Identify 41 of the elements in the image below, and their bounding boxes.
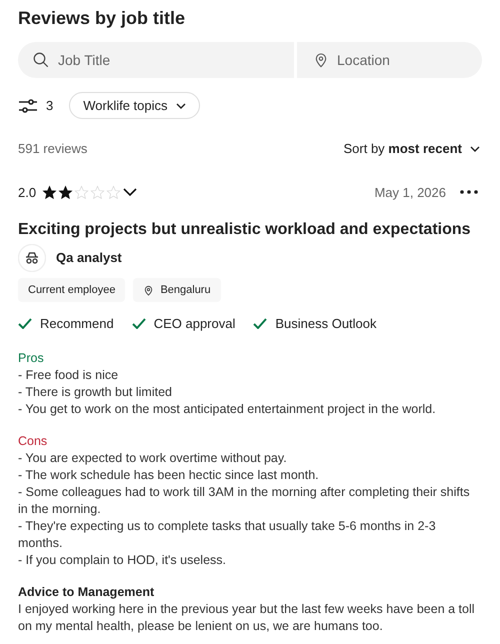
worklife-topics-dropdown[interactable]: Worklife topics: [69, 92, 200, 119]
tag-label: Current employee: [28, 282, 116, 298]
review-text: - Some colleagues had to work till 3AM in the morning after completing their shifts in the morning.: [18, 484, 471, 518]
empty-star-icon: [90, 184, 106, 200]
section-heading: Advice to Management: [18, 584, 156, 600]
empty-star-icon: [106, 184, 122, 200]
filled-star-icon: [42, 184, 58, 200]
review-date: May 1, 2026: [374, 184, 446, 202]
chevron-down-icon: [176, 102, 186, 108]
filter-count: 3: [46, 96, 54, 115]
approval-label: CEO approval: [154, 315, 236, 333]
incognito-avatar-icon: [18, 244, 46, 272]
review-text: - If you complain to HOD, it's useless.: [18, 552, 228, 568]
search-icon: [32, 51, 50, 69]
review-count: 591 reviews: [18, 140, 88, 158]
page-title: Reviews by job title: [18, 7, 186, 30]
filled-star-icon: [58, 184, 74, 200]
chevron-down-icon: [470, 146, 480, 152]
location-pin-icon: [313, 51, 329, 69]
chevron-down-icon[interactable]: [123, 188, 138, 196]
review-title: Exciting projects but unrealistic workload and expectations: [18, 220, 472, 240]
review-text: - Free food is nice: [18, 366, 120, 384]
tag-label: Bengaluru: [160, 282, 211, 298]
location-pin-icon: [143, 284, 154, 296]
review-text: - There is growth but limited: [18, 384, 173, 400]
review-text: - You get to work on the most anticipated entertainment project in the world.: [18, 400, 437, 418]
section-heading: Pros: [18, 350, 45, 366]
review-text: - The work schedule has been hectic since last month.: [18, 466, 320, 484]
rating-value: 2.0: [18, 184, 36, 202]
approval-label: Business Outlook: [275, 315, 377, 333]
filter-sliders-icon[interactable]: [18, 98, 38, 112]
review-text: - You are expected to work overtime without pay.: [18, 450, 288, 466]
section-heading: Cons: [18, 432, 48, 450]
sort-dropdown[interactable]: Sort by most recent: [343, 139, 480, 158]
more-options-icon[interactable]: [460, 190, 478, 194]
location-field[interactable]: Location: [297, 42, 482, 78]
approval-label: Recommend: [40, 315, 114, 333]
review-text: - They're expecting us to complete tasks that usually take 5-6 months in 2-3 months.: [18, 518, 437, 552]
review-text: I enjoyed working here in the previous year but the last few weeks have been a toll on my mental health, please be lenient on us, we are humans too.: [18, 600, 476, 634]
job-title-field[interactable]: Job Title: [18, 42, 294, 78]
job-title: Qa analyst: [56, 249, 122, 268]
